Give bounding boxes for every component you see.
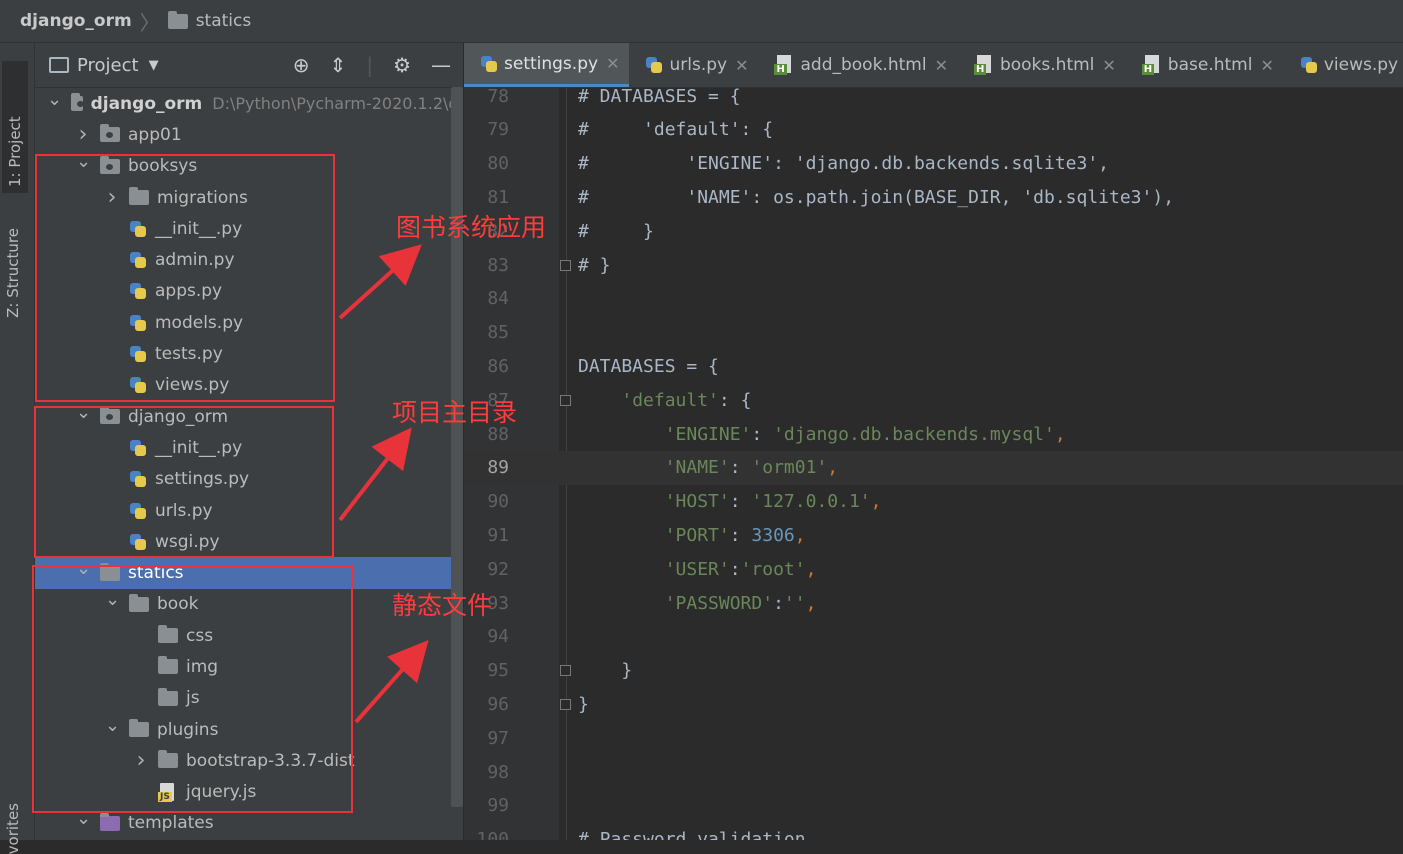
annotation-arrow-booksys [338, 244, 422, 320]
annotation-arrow-statics [354, 640, 429, 724]
annotation-arrow-django-orm [338, 427, 412, 522]
annotation-arrows [338, 244, 429, 724]
